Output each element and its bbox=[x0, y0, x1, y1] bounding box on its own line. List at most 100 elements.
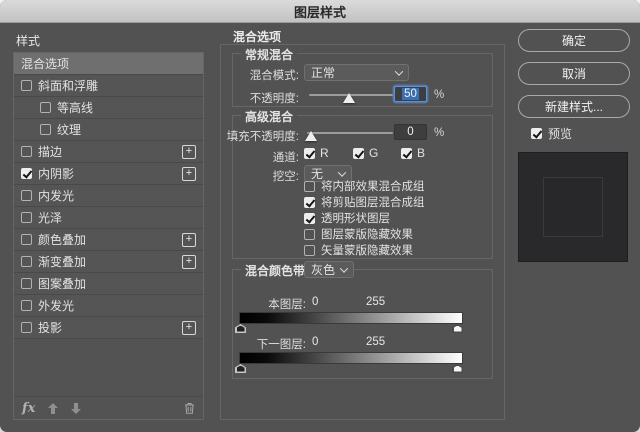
blend-option-row[interactable]: 图层蒙版隐藏效果 bbox=[304, 226, 425, 242]
layer-style-dialog: 图层样式 样式 混合选项 斜面和浮雕 等高线 纹理 描边 + 内阴影 + 内发光… bbox=[0, 0, 640, 432]
blend-option-row[interactable]: 将内部效果混合成组 bbox=[304, 178, 425, 194]
blend-option-row[interactable]: 矢量蒙版隐藏效果 bbox=[304, 242, 425, 258]
style-checkbox[interactable] bbox=[21, 300, 32, 311]
channel-checkbox[interactable] bbox=[353, 148, 364, 159]
move-up-icon[interactable] bbox=[48, 403, 58, 414]
style-checkbox[interactable] bbox=[40, 124, 51, 135]
fill-opacity-slider-thumb[interactable] bbox=[305, 131, 317, 141]
channel-checkbox-group[interactable]: G bbox=[353, 146, 378, 160]
style-checkbox[interactable] bbox=[40, 102, 51, 113]
this-layer-min: 0 bbox=[312, 296, 318, 308]
add-effect-icon[interactable]: + bbox=[182, 321, 196, 335]
dialog-title: 图层样式 bbox=[294, 2, 346, 21]
move-down-icon[interactable] bbox=[71, 403, 81, 414]
preview-thumbnail-shape bbox=[543, 177, 603, 237]
knockout-label: 挖空: bbox=[273, 168, 299, 184]
underlying-layer-label: 下一图层: bbox=[257, 336, 306, 352]
style-checkbox[interactable] bbox=[21, 212, 32, 223]
opacity-field[interactable]: 50 bbox=[394, 86, 427, 102]
channel-checkbox[interactable] bbox=[401, 148, 412, 159]
blend-option-checkbox[interactable] bbox=[304, 229, 315, 240]
fill-opacity-label: 填充不透明度: bbox=[227, 128, 299, 144]
preview-toggle[interactable]: 预览 bbox=[531, 125, 572, 142]
dialog-titlebar[interactable]: 图层样式 bbox=[0, 0, 640, 23]
preview-checkbox[interactable] bbox=[531, 128, 542, 139]
underlying-layer-white-thumb[interactable] bbox=[452, 364, 463, 373]
blend-if-group: 混合颜色带: 灰色 本图层: 0 255 下一图层: 0 255 bbox=[232, 269, 493, 379]
channels-label: 通道: bbox=[273, 149, 299, 165]
style-checkbox[interactable] bbox=[21, 322, 32, 333]
styles-toolbar: fx bbox=[14, 396, 203, 419]
style-row[interactable]: 光泽 bbox=[14, 207, 203, 229]
channel-checkbox-group[interactable]: R bbox=[304, 146, 329, 160]
opacity-value: 50 bbox=[402, 88, 419, 100]
underlying-layer-gradient[interactable] bbox=[239, 352, 463, 364]
blend-option-checkbox[interactable] bbox=[304, 197, 315, 208]
style-row[interactable]: 颜色叠加 + bbox=[14, 229, 203, 251]
style-row[interactable]: 内阴影 + bbox=[14, 163, 203, 185]
blend-option-label: 将内部效果混合成组 bbox=[321, 178, 425, 194]
style-label: 外发光 bbox=[38, 297, 74, 314]
channel-checkbox-group[interactable]: B bbox=[401, 146, 425, 160]
add-effect-icon[interactable]: + bbox=[182, 167, 196, 181]
style-row[interactable]: 投影 + bbox=[14, 317, 203, 339]
style-row[interactable]: 斜面和浮雕 bbox=[14, 75, 203, 97]
blend-if-title: 混合颜色带: bbox=[241, 262, 313, 279]
this-layer-black-thumb[interactable] bbox=[235, 324, 246, 333]
underlying-layer-max: 255 bbox=[366, 336, 385, 348]
this-layer-gradient[interactable] bbox=[239, 312, 463, 324]
style-row[interactable]: 图案叠加 bbox=[14, 273, 203, 295]
blend-option-checkbox[interactable] bbox=[304, 181, 315, 192]
channel-label: R bbox=[320, 146, 329, 160]
style-checkbox[interactable] bbox=[21, 234, 32, 245]
blend-mode-label: 混合模式: bbox=[250, 67, 299, 83]
blend-mode-select[interactable]: 正常 bbox=[304, 64, 409, 81]
opacity-slider[interactable] bbox=[309, 94, 393, 96]
underlying-layer-black-thumb[interactable] bbox=[235, 364, 246, 373]
blend-option-label: 矢量蒙版隐藏效果 bbox=[321, 242, 413, 258]
fill-opacity-field[interactable]: 0 bbox=[394, 124, 427, 140]
style-checkbox[interactable] bbox=[21, 256, 32, 267]
fx-icon[interactable]: fx bbox=[22, 401, 35, 416]
fill-opacity-slider[interactable] bbox=[307, 132, 393, 134]
style-checkbox[interactable] bbox=[21, 146, 32, 157]
style-checkbox[interactable] bbox=[21, 168, 32, 179]
advanced-blending-group: 高级混合 填充不透明度: 0 % 通道: R G B 挖空: 无 bbox=[232, 115, 493, 259]
style-label: 纹理 bbox=[57, 121, 81, 138]
channel-checkbox[interactable] bbox=[304, 148, 315, 159]
cancel-button[interactable]: 取消 bbox=[518, 62, 630, 85]
advanced-options-list: 将内部效果混合成组 将剪贴图层混合成组 透明形状图层 图层蒙版隐藏效果 矢量蒙版… bbox=[304, 178, 425, 258]
chevron-down-icon bbox=[338, 168, 346, 176]
blend-option-label: 图层蒙版隐藏效果 bbox=[321, 226, 413, 242]
blend-option-row[interactable]: 将剪贴图层混合成组 bbox=[304, 194, 425, 210]
style-row[interactable]: 描边 + bbox=[14, 141, 203, 163]
advanced-blending-title: 高级混合 bbox=[241, 108, 297, 125]
blend-option-checkbox[interactable] bbox=[304, 213, 315, 224]
blend-if-channel-select[interactable]: 灰色 bbox=[304, 261, 354, 278]
style-checkbox[interactable] bbox=[21, 278, 32, 289]
blending-options-panel: 常规混合 混合模式: 正常 不透明度: 50 % 高级混合 填充不透明度: bbox=[220, 44, 505, 420]
blend-option-label: 将剪贴图层混合成组 bbox=[321, 194, 425, 210]
style-row[interactable]: 外发光 bbox=[14, 295, 203, 317]
blend-option-row[interactable]: 透明形状图层 bbox=[304, 210, 425, 226]
style-row[interactable]: 等高线 bbox=[14, 97, 203, 119]
ok-button[interactable]: 确定 bbox=[518, 29, 630, 52]
style-checkbox[interactable] bbox=[21, 190, 32, 201]
style-row[interactable]: 混合选项 bbox=[14, 53, 203, 75]
delete-style-icon[interactable] bbox=[184, 402, 195, 414]
blend-option-checkbox[interactable] bbox=[304, 245, 315, 256]
opacity-unit: % bbox=[434, 89, 444, 101]
style-checkbox[interactable] bbox=[21, 80, 32, 91]
style-row[interactable]: 纹理 bbox=[14, 119, 203, 141]
add-effect-icon[interactable]: + bbox=[182, 255, 196, 269]
add-effect-icon[interactable]: + bbox=[182, 233, 196, 247]
this-layer-white-thumb[interactable] bbox=[452, 324, 463, 333]
chevron-down-icon bbox=[395, 67, 403, 75]
style-label: 渐变叠加 bbox=[38, 253, 86, 270]
styles-list: 混合选项 斜面和浮雕 等高线 纹理 描边 + 内阴影 + 内发光 光泽 颜色叠加… bbox=[14, 53, 203, 339]
add-effect-icon[interactable]: + bbox=[182, 145, 196, 159]
opacity-slider-thumb[interactable] bbox=[343, 93, 355, 103]
new-style-button[interactable]: 新建样式... bbox=[518, 95, 630, 118]
style-row[interactable]: 渐变叠加 + bbox=[14, 251, 203, 273]
style-row[interactable]: 内发光 bbox=[14, 185, 203, 207]
